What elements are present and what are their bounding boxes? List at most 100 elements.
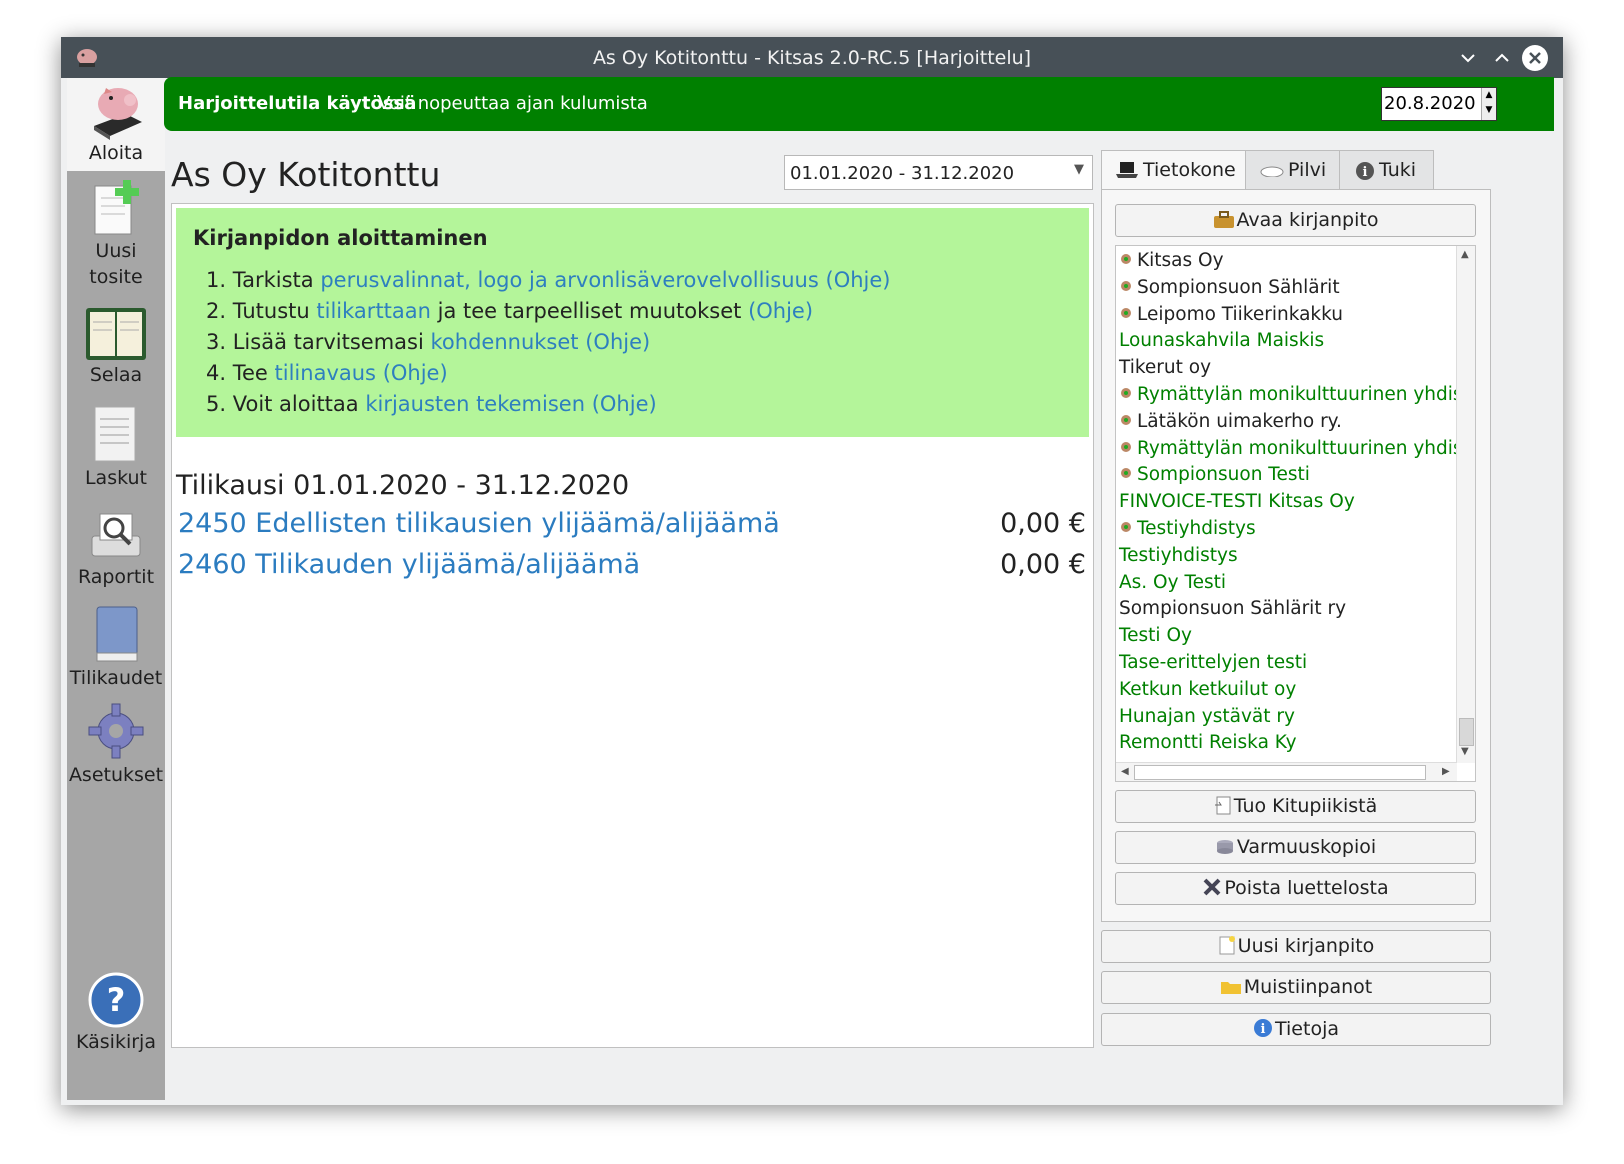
scroll-up-icon[interactable]: ▲ <box>1461 249 1469 260</box>
period-select[interactable]: 01.01.2020 - 31.12.2020 ▼ <box>784 155 1093 190</box>
horizontal-scrollbar[interactable]: ◀ ▶ <box>1116 762 1457 781</box>
close-icon <box>1529 52 1541 64</box>
remove-from-list-button[interactable]: Poista luettelosta <box>1115 872 1476 905</box>
scroll-down-icon[interactable]: ▼ <box>1461 746 1469 757</box>
main-panel: Kirjanpidon aloittaminen 1. Tarkista per… <box>171 203 1094 1048</box>
help-link[interactable]: (Ohje) <box>383 361 448 385</box>
company-name: Testiyhdistys <box>1137 518 1256 539</box>
about-button[interactable]: i Tietoja <box>1101 1013 1491 1046</box>
list-item[interactable]: Rymättylän monikulttuurinen yhdistys <box>1119 437 1476 464</box>
tab-tietokone[interactable]: Tietokone <box>1101 150 1246 191</box>
company-logo-icon <box>1119 440 1137 457</box>
scrollbar-thumb[interactable] <box>1134 765 1426 780</box>
button-label: Avaa kirjanpito <box>1236 209 1379 231</box>
list-item[interactable]: Ketkun ketkuilut oy <box>1119 679 1296 705</box>
bookkeeping-list[interactable]: Kitsas Oy Sompionsuon Sählärit Leipomo Tii… <box>1115 245 1476 782</box>
list-item[interactable]: Tase-erittelyjen testi <box>1119 652 1307 678</box>
getting-started-steps: 1. Tarkista perusvalinnat, logo ja arvon… <box>206 268 890 423</box>
sidebar-item-label: Uusi <box>95 240 137 262</box>
list-item[interactable]: Remontti Reiska Ky <box>1119 732 1297 758</box>
sidebar-item-label: Laskut <box>84 467 148 489</box>
list-item[interactable]: Hunajan ystävät ry <box>1119 706 1295 732</box>
maximize-button[interactable] <box>1489 45 1515 71</box>
list-item[interactable]: Leipomo Tiikerinkakku <box>1119 304 1343 330</box>
tab-pilvi[interactable]: Pilvi <box>1245 150 1340 190</box>
minimize-button[interactable] <box>1455 45 1481 71</box>
sidebar-item-aloita[interactable]: Aloita <box>67 78 165 171</box>
book-icon <box>96 606 138 662</box>
list-item[interactable]: Kitsas Oy <box>1119 250 1224 276</box>
sidebar-item-kasikirja[interactable]: ? Käsikirja <box>67 971 165 1055</box>
tab-label: Tietokone <box>1143 159 1236 181</box>
step-number: 3. <box>206 330 227 354</box>
company-name: Sompionsuon Testi <box>1137 464 1310 486</box>
new-document-icon <box>94 180 139 235</box>
new-bookkeeping-button[interactable]: Uusi kirjanpito <box>1101 930 1491 963</box>
account-link[interactable]: 2460 Tilikauden ylijäämä/alijäämä <box>178 549 640 580</box>
list-item[interactable]: Lounaskahvila Maiskis <box>1119 330 1324 356</box>
company-name: Kitsas Oy <box>1137 250 1224 271</box>
getting-started-heading: Kirjanpidon aloittaminen <box>193 226 488 250</box>
button-label: Tuo Kitupiikistä <box>1233 795 1378 817</box>
open-bookkeeping-button[interactable]: Avaa kirjanpito <box>1115 204 1476 237</box>
help-link[interactable]: (Ohje) <box>585 330 650 354</box>
sidebar-item-uusi-tosite[interactable]: Uusi tosite <box>67 178 165 290</box>
help-link[interactable]: (Ohje) <box>592 392 657 416</box>
sidebar-item-label: Selaa <box>89 364 143 386</box>
list-item[interactable]: FINVOICE-TESTI Kitsas Oy <box>1119 491 1355 517</box>
scrollbar-thumb[interactable] <box>1459 718 1474 746</box>
scroll-left-icon[interactable]: ◀ <box>1121 766 1129 777</box>
company-name: Rymättylän monikulttuurinen yhdistys <box>1137 384 1476 405</box>
spin-arrows-icon[interactable]: ▲ ▼ <box>1481 88 1496 120</box>
account-link[interactable]: 2450 Edellisten tilikausien ylijäämä/ali… <box>178 508 780 539</box>
app-window: As Oy Kotitonttu - Kitsas 2.0-RC.5 [Harj… <box>61 37 1563 1105</box>
date-spinbox[interactable]: 20.8.2020 ▲ ▼ <box>1381 87 1497 121</box>
step-text: ja tee tarpeelliset muutokset <box>437 299 742 323</box>
sidebar-item-laskut[interactable]: Laskut <box>67 403 165 491</box>
chevron-down-icon <box>1461 54 1475 63</box>
company-name: As. Oy Testi <box>1119 571 1227 593</box>
list-item[interactable]: Testiyhdistys <box>1119 518 1256 544</box>
sidebar-item-asetukset[interactable]: Asetukset <box>67 700 165 788</box>
company-logo-icon <box>1119 279 1137 296</box>
company-logo-icon <box>1119 413 1137 430</box>
list-item: 2. Tutustu tilikarttaan ja tee tarpeelli… <box>206 299 890 330</box>
sidebar-item-label: Käsikirja <box>76 1031 156 1053</box>
list-item[interactable]: Sompionsuon Sählärit ry <box>1119 598 1346 624</box>
company-name: Sompionsuon Sählärit <box>1137 276 1340 298</box>
notes-button[interactable]: Muistiinpanot <box>1101 971 1491 1004</box>
list-item[interactable]: Testiyhdistys <box>1119 545 1238 571</box>
import-document-icon <box>1214 796 1231 815</box>
help-link[interactable]: (Ohje) <box>748 299 813 323</box>
sidebar-item-selaa[interactable]: Selaa <box>67 306 165 388</box>
list-item[interactable]: Tikerut oy <box>1119 357 1211 383</box>
import-kitupiikki-button[interactable]: Tuo Kitupiikistä <box>1115 790 1476 823</box>
company-logo-icon <box>1119 386 1137 403</box>
list-item[interactable]: As. Oy Testi <box>1119 572 1226 598</box>
company-name: Rymättylän monikulttuurinen yhdistys <box>1137 437 1476 459</box>
sidebar-item-label: tosite <box>89 266 143 288</box>
tab-label: Tuki <box>1379 159 1417 181</box>
new-file-icon <box>1219 936 1235 955</box>
banner-text: Voit nopeuttaa ajan kulumista <box>378 93 648 114</box>
step-link[interactable]: tilikarttaan <box>316 299 431 323</box>
list-item[interactable]: Rymättylän monikulttuurinen yhdistys <box>1119 384 1476 410</box>
vertical-scrollbar[interactable]: ▲ ▼ <box>1456 246 1475 763</box>
tab-tuki[interactable]: i Tuki <box>1339 150 1434 190</box>
scroll-right-icon[interactable]: ▶ <box>1442 766 1450 777</box>
step-link[interactable]: tilinavaus <box>275 361 376 385</box>
sidebar-item-raportit[interactable]: Raportit <box>67 506 165 590</box>
date-value: 20.8.2020 <box>1384 93 1476 114</box>
backup-button[interactable]: Varmuuskopioi <box>1115 831 1476 864</box>
company-name: Lätäkön uimakerho ry. <box>1137 410 1342 432</box>
list-item[interactable]: Sompionsuon Sählärit <box>1119 277 1340 303</box>
sidebar-item-tilikaudet[interactable]: Tilikaudet <box>67 603 165 691</box>
help-link[interactable]: (Ohje) <box>826 268 891 292</box>
step-link[interactable]: kirjausten tekemisen <box>365 392 585 416</box>
step-link[interactable]: perusvalinnat, logo ja arvonlisäverovelv… <box>320 268 818 292</box>
close-button[interactable] <box>1522 45 1548 71</box>
list-item[interactable]: Testi Oy <box>1119 625 1192 651</box>
list-item[interactable]: Sompionsuon Testi <box>1119 464 1310 490</box>
list-item[interactable]: Lätäkön uimakerho ry. <box>1119 411 1342 437</box>
step-link[interactable]: kohdennukset <box>431 330 579 354</box>
